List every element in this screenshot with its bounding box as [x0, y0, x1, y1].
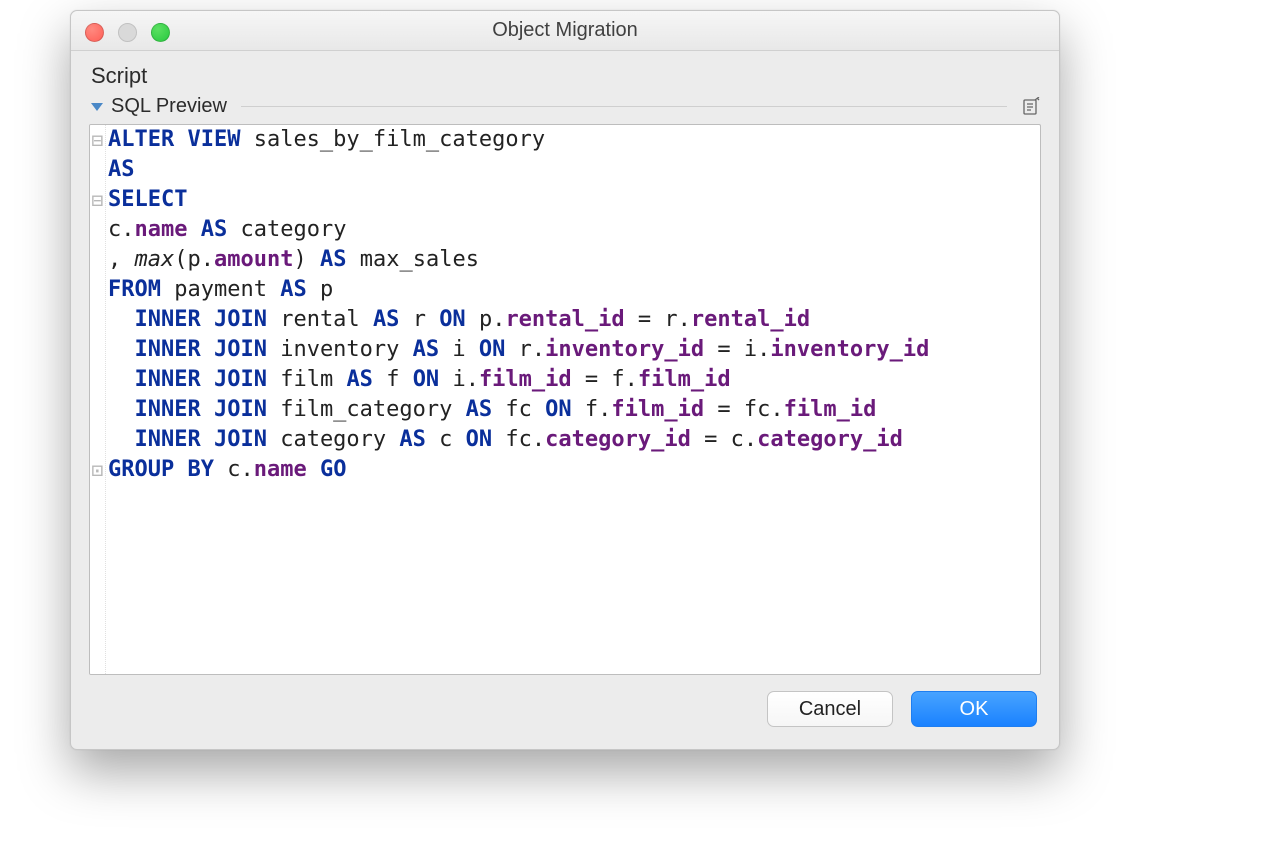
- window-title: Object Migration: [71, 19, 1059, 42]
- code-gutter: ⊟ ⊟ ⊡: [90, 125, 106, 674]
- sql-code[interactable]: ALTER VIEW sales_by_film_category AS SEL…: [106, 125, 1040, 674]
- dialog-content: Script SQL Preview ⊟ ⊟ ⊡ ALTER VIE: [71, 51, 1059, 685]
- cancel-button[interactable]: Cancel: [767, 691, 893, 727]
- edit-document-icon[interactable]: [1021, 97, 1041, 117]
- sql-preview-label: SQL Preview: [111, 95, 227, 118]
- disclosure-triangle-icon[interactable]: [91, 103, 103, 111]
- window-controls: [85, 23, 170, 42]
- object-migration-dialog: Object Migration Script SQL Preview ⊟ ⊟: [70, 10, 1060, 750]
- minimize-window-icon[interactable]: [118, 23, 137, 42]
- ok-button[interactable]: OK: [911, 691, 1037, 727]
- sql-code-editor[interactable]: ⊟ ⊟ ⊡ ALTER VIEW sales_by_film_category …: [89, 124, 1041, 675]
- dialog-button-row: Cancel OK: [71, 685, 1059, 749]
- section-script-label: Script: [89, 63, 1041, 95]
- close-window-icon[interactable]: [85, 23, 104, 42]
- titlebar: Object Migration: [71, 11, 1059, 51]
- sql-preview-header[interactable]: SQL Preview: [89, 95, 1041, 124]
- divider: [241, 106, 1007, 107]
- zoom-window-icon[interactable]: [151, 23, 170, 42]
